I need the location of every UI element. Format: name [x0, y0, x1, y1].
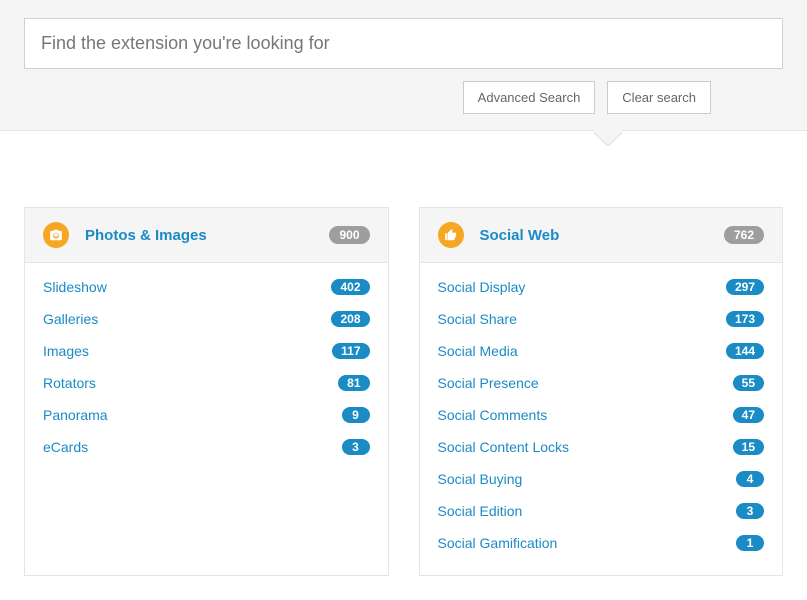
item-count-badge: 4	[736, 471, 764, 487]
category-list: Social Display 297 Social Share 173 Social…	[420, 263, 783, 575]
list-item[interactable]: Social Display 297	[438, 271, 765, 303]
item-label[interactable]: eCards	[43, 439, 88, 455]
list-item[interactable]: Social Content Locks 15	[438, 431, 765, 463]
category-header-left: Social Web	[438, 222, 560, 248]
search-input[interactable]	[24, 18, 783, 69]
category-header[interactable]: Photos & Images 900	[25, 208, 388, 263]
category-list: Slideshow 402 Galleries 208 Images 117 Rota…	[25, 263, 388, 479]
item-label[interactable]: Social Gamification	[438, 535, 558, 551]
item-count-badge: 47	[733, 407, 764, 423]
category-title: Photos & Images	[85, 227, 207, 244]
list-item[interactable]: Social Presence 55	[438, 367, 765, 399]
item-label[interactable]: Social Media	[438, 343, 518, 359]
pointer-notch	[594, 130, 622, 146]
list-item[interactable]: Images 117	[43, 335, 370, 367]
list-item[interactable]: Social Media 144	[438, 335, 765, 367]
item-label[interactable]: Social Display	[438, 279, 526, 295]
item-count-badge: 9	[342, 407, 370, 423]
item-count-badge: 81	[338, 375, 369, 391]
thumbs-up-icon	[438, 222, 464, 248]
item-label[interactable]: Images	[43, 343, 89, 359]
search-bar: Advanced Search Clear search	[0, 0, 807, 131]
category-card-photos: Photos & Images 900 Slideshow 402 Galleri…	[24, 207, 389, 576]
search-actions: Advanced Search Clear search	[24, 81, 783, 114]
item-label[interactable]: Social Edition	[438, 503, 523, 519]
clear-search-button[interactable]: Clear search	[607, 81, 711, 114]
item-label[interactable]: Social Share	[438, 311, 517, 327]
category-card-social: Social Web 762 Social Display 297 Social …	[419, 207, 784, 576]
camera-icon	[43, 222, 69, 248]
item-count-badge: 15	[733, 439, 764, 455]
item-count-badge: 208	[331, 311, 369, 327]
item-count-badge: 3	[736, 503, 764, 519]
item-label[interactable]: Rotators	[43, 375, 96, 391]
category-total-badge: 762	[724, 226, 764, 244]
advanced-search-button[interactable]: Advanced Search	[463, 81, 596, 114]
item-count-badge: 144	[726, 343, 764, 359]
item-label[interactable]: Social Presence	[438, 375, 539, 391]
category-header-left: Photos & Images	[43, 222, 207, 248]
item-count-badge: 402	[331, 279, 369, 295]
list-item[interactable]: Social Share 173	[438, 303, 765, 335]
item-count-badge: 3	[342, 439, 370, 455]
item-count-badge: 1	[736, 535, 764, 551]
item-label[interactable]: Social Buying	[438, 471, 523, 487]
category-header[interactable]: Social Web 762	[420, 208, 783, 263]
list-item[interactable]: Rotators 81	[43, 367, 370, 399]
item-count-badge: 173	[726, 311, 764, 327]
list-item[interactable]: Social Gamification 1	[438, 527, 765, 559]
category-title: Social Web	[480, 227, 560, 244]
list-item[interactable]: Social Edition 3	[438, 495, 765, 527]
category-total-badge: 900	[329, 226, 369, 244]
item-count-badge: 55	[733, 375, 764, 391]
item-label[interactable]: Social Comments	[438, 407, 548, 423]
item-label[interactable]: Social Content Locks	[438, 439, 570, 455]
item-label[interactable]: Slideshow	[43, 279, 107, 295]
list-item[interactable]: Slideshow 402	[43, 271, 370, 303]
item-label[interactable]: Galleries	[43, 311, 98, 327]
list-item[interactable]: Social Buying 4	[438, 463, 765, 495]
list-item[interactable]: Social Comments 47	[438, 399, 765, 431]
list-item[interactable]: eCards 3	[43, 431, 370, 463]
item-label[interactable]: Panorama	[43, 407, 108, 423]
item-count-badge: 117	[332, 343, 369, 359]
categories-row: Photos & Images 900 Slideshow 402 Galleri…	[0, 131, 807, 600]
list-item[interactable]: Galleries 208	[43, 303, 370, 335]
list-item[interactable]: Panorama 9	[43, 399, 370, 431]
item-count-badge: 297	[726, 279, 764, 295]
